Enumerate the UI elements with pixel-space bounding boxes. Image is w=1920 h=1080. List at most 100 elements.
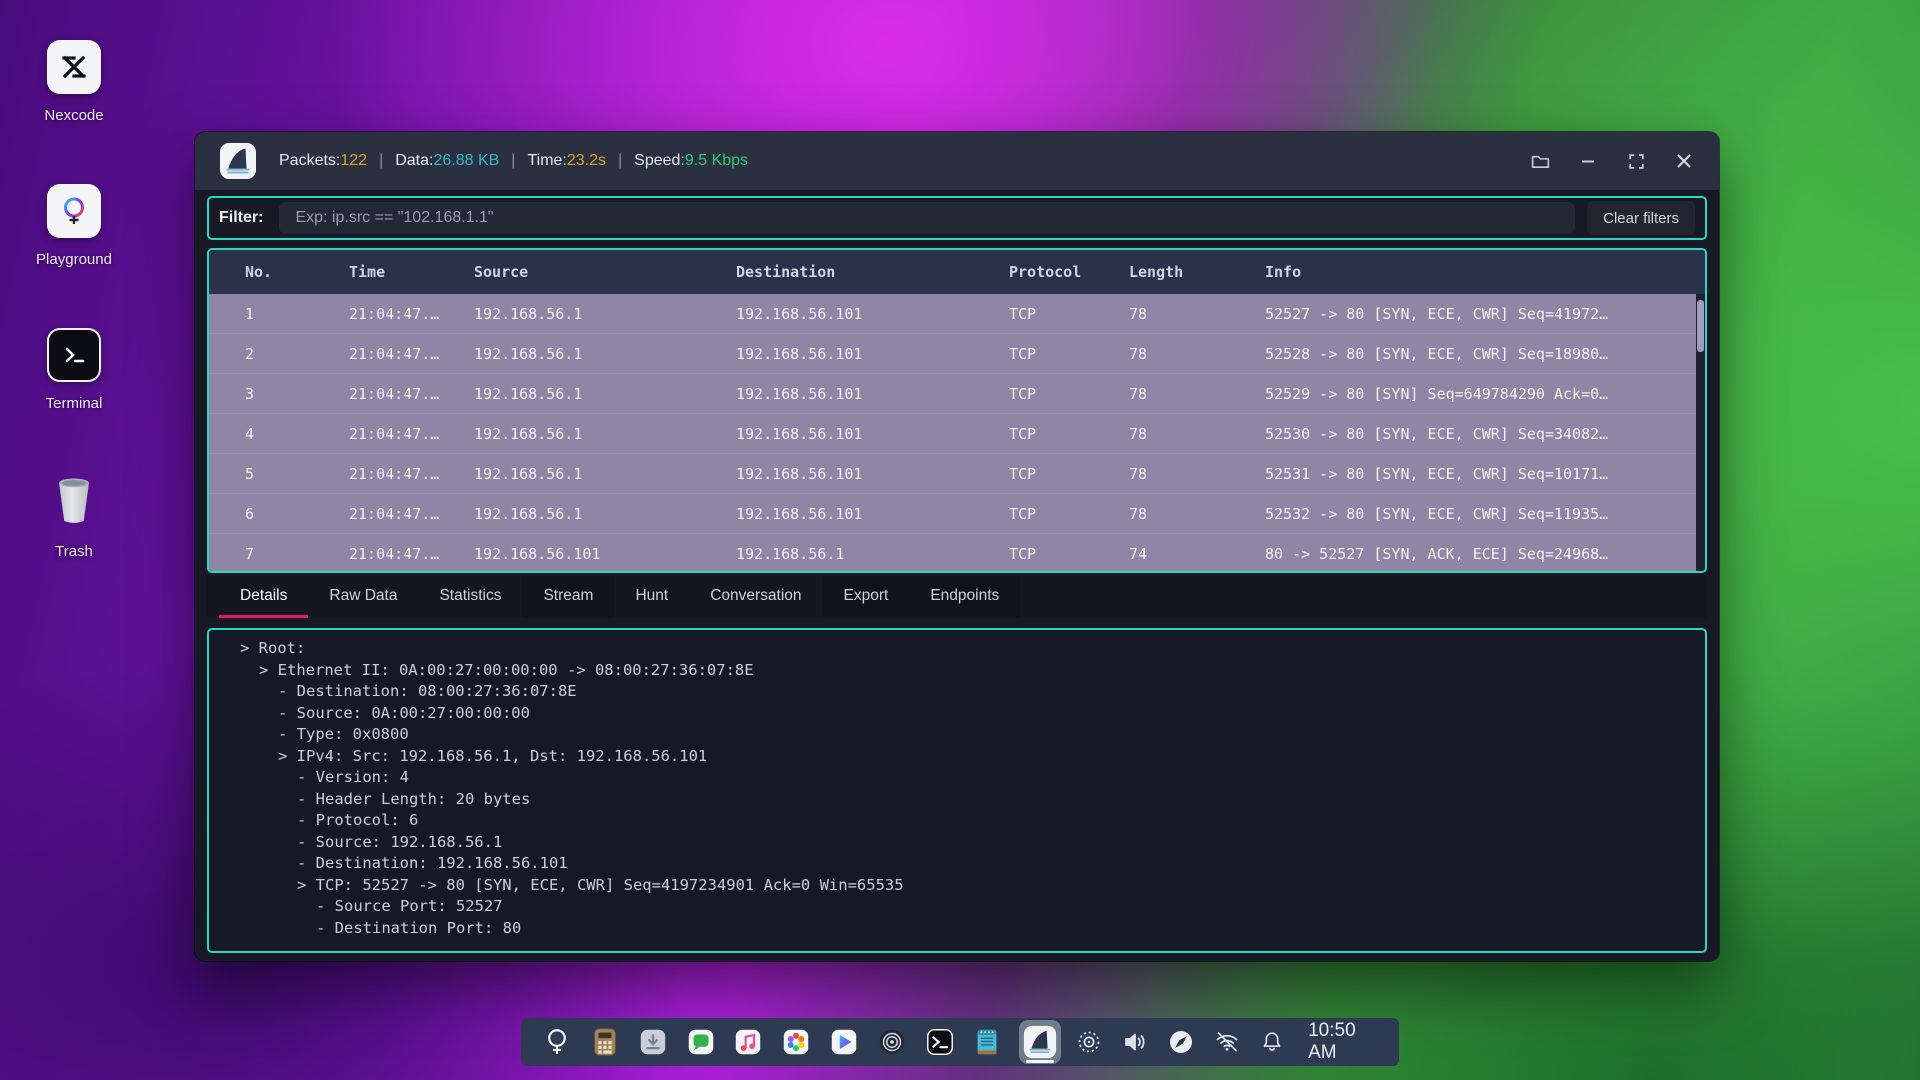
stat-label: Data: xyxy=(395,152,433,170)
wifi-off-icon[interactable] xyxy=(1214,1029,1240,1055)
system-tray: 10:50 AM xyxy=(1076,1020,1379,1064)
cell: TCP xyxy=(1009,345,1129,363)
folder-icon[interactable] xyxy=(1529,150,1551,172)
tree-line[interactable]: - Source Port: 52527 xyxy=(240,896,1695,918)
tree-line[interactable]: - Destination: 192.168.56.101 xyxy=(240,853,1695,875)
table-row[interactable]: 221:04:47.…192.168.56.1192.168.56.101TCP… xyxy=(209,334,1705,374)
cell: 78 xyxy=(1129,425,1265,443)
clock[interactable]: 10:50 AM xyxy=(1308,1020,1379,1064)
cell: 192.168.56.101 xyxy=(736,305,1009,323)
volume-icon[interactable] xyxy=(1122,1029,1148,1055)
cell: 52531 -> 80 [SYN, ECE, CWR] Seq=10171… xyxy=(1265,465,1705,483)
column-header[interactable]: Protocol xyxy=(1009,263,1129,281)
music-icon[interactable] xyxy=(732,1025,765,1059)
desktop-icon-playground[interactable]: Playground xyxy=(24,184,124,268)
cell: 192.168.56.101 xyxy=(736,425,1009,443)
cell: 192.168.56.101 xyxy=(474,545,736,563)
column-header[interactable]: Info xyxy=(1265,263,1705,281)
tree-line[interactable]: - Source: 0A:00:27:00:00:00 xyxy=(240,703,1695,725)
maximize-icon[interactable] xyxy=(1625,150,1647,172)
column-header[interactable]: Length xyxy=(1129,263,1265,281)
tab-conversation[interactable]: Conversation xyxy=(689,576,822,618)
cell: 192.168.56.101 xyxy=(736,465,1009,483)
browser-icon[interactable] xyxy=(1168,1029,1194,1055)
cell: 52527 -> 80 [SYN, ECE, CWR] Seq=41972… xyxy=(1265,305,1705,323)
close-icon[interactable] xyxy=(1673,150,1695,172)
cell: 78 xyxy=(1129,465,1265,483)
cell: TCP xyxy=(1009,385,1129,403)
tree-line[interactable]: - Destination Port: 80 xyxy=(240,918,1695,940)
notifications-icon[interactable] xyxy=(1260,1029,1284,1055)
cell: 1 xyxy=(245,305,349,323)
cell: 2 xyxy=(245,345,349,363)
table-row[interactable]: 321:04:47.…192.168.56.1192.168.56.101TCP… xyxy=(209,374,1705,414)
tree-line[interactable]: > Ethernet II: 0A:00:27:00:00:00 -> 08:0… xyxy=(240,660,1695,682)
cell: 21:04:47.… xyxy=(349,505,474,523)
column-header[interactable]: No. xyxy=(245,263,349,281)
filter-label: Filter: xyxy=(219,209,263,227)
cell: 5 xyxy=(245,465,349,483)
cell: 4 xyxy=(245,425,349,443)
tree-line[interactable]: - Destination: 08:00:27:36:07:8E xyxy=(240,681,1695,703)
desktop-icon-trash[interactable]: Trash xyxy=(24,468,124,560)
table-row[interactable]: 721:04:47.…192.168.56.101192.168.56.1TCP… xyxy=(209,534,1705,571)
packet-analyzer-dock-icon[interactable] xyxy=(1019,1020,1061,1064)
table-row[interactable]: 621:04:47.…192.168.56.1192.168.56.101TCP… xyxy=(209,494,1705,534)
cell: 78 xyxy=(1129,345,1265,363)
table-row[interactable]: 421:04:47.…192.168.56.1192.168.56.101TCP… xyxy=(209,414,1705,454)
cell: 192.168.56.101 xyxy=(736,385,1009,403)
tree-line[interactable]: - Protocol: 6 xyxy=(240,810,1695,832)
scrollbar-thumb[interactable] xyxy=(1697,300,1704,352)
scrollbar-track[interactable] xyxy=(1696,294,1705,571)
tab-stream[interactable]: Stream xyxy=(522,576,614,618)
app-launcher-icon[interactable] xyxy=(541,1025,574,1059)
notes-icon[interactable] xyxy=(971,1025,1004,1059)
tree-line[interactable]: - Header Length: 20 bytes xyxy=(240,789,1695,811)
photos-icon[interactable] xyxy=(780,1025,813,1059)
desktop-icon-nexcode[interactable]: Nexcode xyxy=(24,40,124,124)
table-row[interactable]: 521:04:47.…192.168.56.1192.168.56.101TCP… xyxy=(209,454,1705,494)
shark-app-icon xyxy=(219,142,257,180)
clear-filters-button[interactable]: Clear filters xyxy=(1587,201,1695,235)
minimize-icon[interactable] xyxy=(1577,150,1599,172)
stat-label: Packets: xyxy=(279,152,340,170)
messages-icon[interactable] xyxy=(684,1025,717,1059)
cell: 78 xyxy=(1129,305,1265,323)
installer-icon[interactable] xyxy=(637,1025,670,1059)
tab-raw-data[interactable]: Raw Data xyxy=(308,576,418,618)
tree-line[interactable]: > TCP: 52527 -> 80 [SYN, ECE, CWR] Seq=4… xyxy=(240,875,1695,897)
tab-statistics[interactable]: Statistics xyxy=(418,576,522,618)
tab-details[interactable]: Details xyxy=(219,576,308,618)
play-store-icon[interactable] xyxy=(828,1025,861,1059)
stat-label: Time: xyxy=(527,152,566,170)
table-row[interactable]: 121:04:47.…192.168.56.1192.168.56.101TCP… xyxy=(209,294,1705,334)
tab-endpoints[interactable]: Endpoints xyxy=(909,576,1020,618)
cell: 52529 -> 80 [SYN] Seq=649784290 Ack=0… xyxy=(1265,385,1705,403)
desktop-icon-terminal[interactable]: Terminal xyxy=(24,328,124,412)
tree-line[interactable]: - Type: 0x0800 xyxy=(240,724,1695,746)
camera-lens-icon[interactable] xyxy=(875,1025,908,1059)
terminal-dock-icon[interactable] xyxy=(923,1025,956,1059)
packet-analyzer-window: Packets: 122|Data: 26.88 KB|Time: 23.2s|… xyxy=(195,132,1719,961)
titlebar[interactable]: Packets: 122|Data: 26.88 KB|Time: 23.2s|… xyxy=(195,132,1719,190)
packet-table: No.TimeSourceDestinationProtocolLengthIn… xyxy=(207,248,1707,573)
cell: 21:04:47.… xyxy=(349,385,474,403)
filter-input[interactable] xyxy=(279,202,1575,234)
screen-recorder-icon[interactable] xyxy=(1076,1029,1102,1055)
column-header[interactable]: Destination xyxy=(736,263,1009,281)
cell: 3 xyxy=(245,385,349,403)
stat-separator: | xyxy=(367,152,395,170)
calculator-icon[interactable] xyxy=(589,1025,622,1059)
tab-hunt[interactable]: Hunt xyxy=(614,576,689,618)
desktop-icon-label: Terminal xyxy=(24,395,124,412)
tab-export[interactable]: Export xyxy=(823,576,910,618)
tree-line[interactable]: - Version: 4 xyxy=(240,767,1695,789)
cell: 21:04:47.… xyxy=(349,465,474,483)
tree-line[interactable]: - Source: 192.168.56.1 xyxy=(240,832,1695,854)
column-header[interactable]: Source xyxy=(474,263,736,281)
stat-label: Speed: xyxy=(634,152,685,170)
tree-line[interactable]: > Root: xyxy=(240,638,1695,660)
tree-line[interactable]: > IPv4: Src: 192.168.56.1, Dst: 192.168.… xyxy=(240,746,1695,768)
cell: 52532 -> 80 [SYN, ECE, CWR] Seq=11935… xyxy=(1265,505,1705,523)
column-header[interactable]: Time xyxy=(349,263,474,281)
